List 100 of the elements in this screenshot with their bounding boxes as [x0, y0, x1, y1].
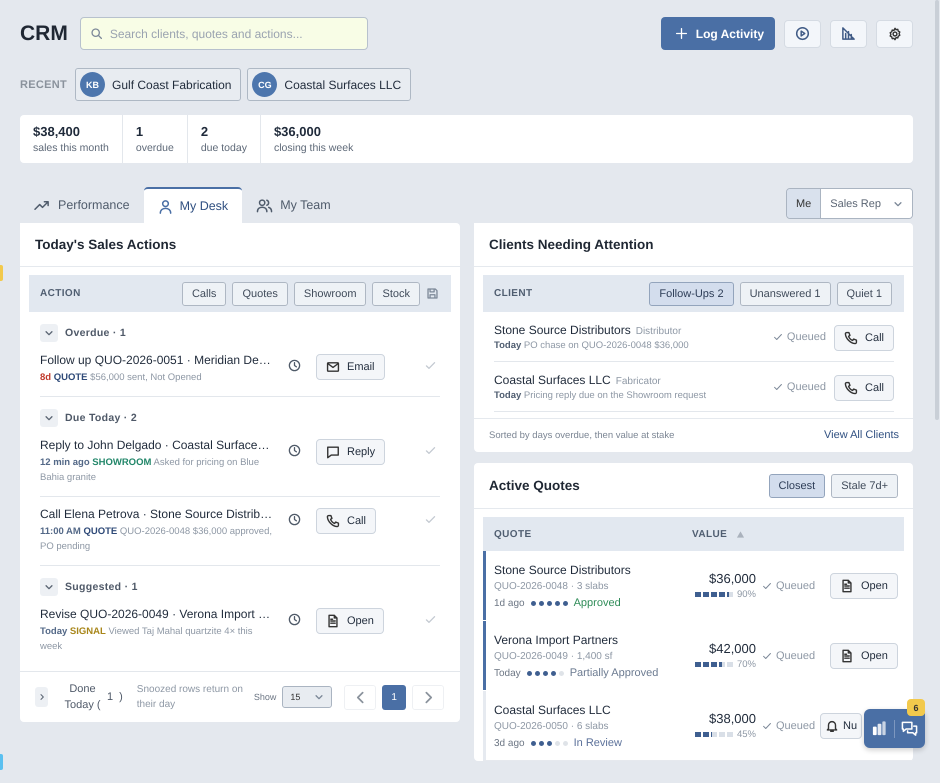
percent-text: 90%	[736, 589, 756, 600]
show-label: Show	[254, 692, 276, 702]
check-icon	[772, 382, 783, 392]
filter-button[interactable]: Quiet 1	[836, 282, 892, 306]
collapse-toggle[interactable]	[40, 578, 58, 596]
chevron-down-icon	[44, 582, 54, 592]
status-text: Queued	[786, 381, 826, 393]
phone-icon	[844, 330, 858, 344]
chart-button[interactable]	[830, 20, 867, 48]
clock-icon	[288, 513, 300, 526]
column-header[interactable]: VALUE	[692, 528, 746, 540]
document-icon	[840, 579, 854, 593]
footer-note: Snoozed rows return on their day	[136, 683, 244, 712]
action-details: 8d QUOTE $56,000 sent, Not Opened	[40, 371, 203, 385]
group-label: Suggested · 1	[65, 581, 138, 593]
tab[interactable]: Performance	[20, 187, 144, 223]
speech-bubble-icon	[326, 445, 340, 459]
column-header: CLIENT	[494, 288, 533, 299]
filter-button[interactable]: Stale 7d+	[831, 474, 898, 498]
filter-button[interactable]: Closest	[768, 474, 826, 498]
save-button[interactable]	[426, 287, 439, 300]
save-icon	[426, 287, 439, 300]
page-size-select[interactable]: 15	[282, 686, 332, 708]
recent-client-chip[interactable]: CG Coastal Surfaces LLC	[247, 68, 412, 101]
open-button[interactable]: Open	[830, 573, 898, 599]
client-name: Coastal Surfaces LLC	[494, 373, 611, 387]
action-details: 12 min ago SHOWROOM Asked for pricing on Blue Bahia granite	[40, 456, 260, 485]
clock-icon	[288, 444, 300, 457]
users-icon	[256, 198, 274, 212]
search-field[interactable]: Search clients, quotes and actions...	[80, 17, 368, 50]
chevron-down-icon	[44, 328, 54, 338]
open-button[interactable]: Open	[316, 608, 384, 634]
done-count: 1	[106, 691, 114, 703]
panel-title: Today's Sales Actions	[20, 223, 460, 267]
stat-label: sales this month	[33, 142, 109, 154]
check-icon	[762, 650, 772, 660]
avatar: KB	[80, 72, 106, 97]
play-button[interactable]	[784, 20, 821, 48]
page-button[interactable]: 1	[382, 684, 406, 710]
call-button[interactable]: Call	[834, 374, 894, 400]
tab[interactable]: My Team	[242, 187, 345, 223]
call-button[interactable]: Call	[316, 508, 376, 534]
collapse-toggle[interactable]	[40, 409, 58, 427]
settings-button[interactable]	[876, 20, 913, 48]
tab[interactable]: My Desk	[144, 187, 242, 223]
filter-button[interactable]: Unanswered 1	[740, 282, 831, 306]
previous-page-button[interactable]	[344, 684, 376, 710]
filter-button[interactable]: Stock	[372, 282, 420, 306]
quote-reference: QUO-2026-0048 · 3 slabs	[494, 581, 610, 592]
clock-icon	[288, 613, 300, 626]
recent-client-chip[interactable]: KB Gulf Coast Fabrication	[75, 68, 242, 101]
stage-text: Approved	[574, 597, 621, 609]
collapse-toggle[interactable]	[40, 324, 58, 342]
me-toggle[interactable]: Me	[786, 189, 822, 218]
view-all-link[interactable]: View All Clients	[824, 429, 899, 441]
email-button[interactable]: Email	[316, 354, 385, 380]
client-name: Stone Source Distributors	[494, 563, 632, 577]
stat-label: due today	[200, 142, 247, 154]
log-activity-button[interactable]: Log Activity	[660, 17, 775, 50]
check-icon	[424, 444, 437, 457]
stage-text: In Review	[574, 737, 622, 749]
quote-age: Today	[494, 668, 521, 678]
expand-toggle[interactable]	[35, 687, 48, 707]
call-button[interactable]: Call	[834, 324, 894, 350]
percent-text: 70%	[736, 659, 756, 670]
chevron-down-icon	[44, 413, 54, 423]
status-text: Queued	[786, 331, 826, 343]
footer-note: Sorted by days overdue, then value at stake	[489, 430, 674, 440]
stat-value: 2	[200, 124, 210, 139]
client-name: Coastal Surfaces LLC	[494, 703, 612, 717]
stage-text: Partially Approved	[570, 667, 658, 679]
check-icon	[424, 513, 437, 526]
next-page-button[interactable]	[412, 684, 444, 710]
progress-bar	[694, 732, 733, 737]
filter-button[interactable]: Quotes	[232, 282, 288, 306]
client-details: Today PO chase on QUO-2026-0048 $36,000	[494, 340, 690, 351]
quote-reference: QUO-2026-0049 · 1,400 sf	[494, 651, 614, 662]
user-icon	[158, 198, 173, 214]
stat-label: overdue	[136, 142, 174, 154]
nudge-button[interactable]: Nu	[820, 713, 862, 739]
chat-icon	[901, 720, 918, 737]
filter-button[interactable]: Follow-Ups 2	[649, 282, 734, 306]
filter-button[interactable]: Showroom	[294, 282, 366, 306]
client-name: Verona Import Partners	[494, 633, 620, 647]
check-icon	[762, 720, 772, 730]
document-icon	[840, 649, 854, 663]
open-button[interactable]: Open	[830, 643, 898, 669]
check-icon	[762, 580, 772, 590]
role-select[interactable]: Sales Rep	[821, 189, 912, 218]
progress-bar	[694, 592, 733, 597]
done-label: Done Today (	[63, 682, 102, 713]
filter-button[interactable]: Calls	[182, 282, 226, 306]
client-type: Distributor	[636, 326, 682, 337]
status-text: Queued	[776, 650, 816, 662]
reply-button[interactable]: Reply	[316, 439, 386, 465]
action-title: Revise QUO-2026-0049 · Verona Import …	[40, 607, 272, 621]
check-icon	[424, 359, 437, 372]
client-name: Stone Source Distributors	[494, 323, 631, 337]
group-label: Overdue · 1	[65, 327, 126, 339]
client-details: Today Pricing reply due on the Showroom request	[494, 390, 708, 401]
